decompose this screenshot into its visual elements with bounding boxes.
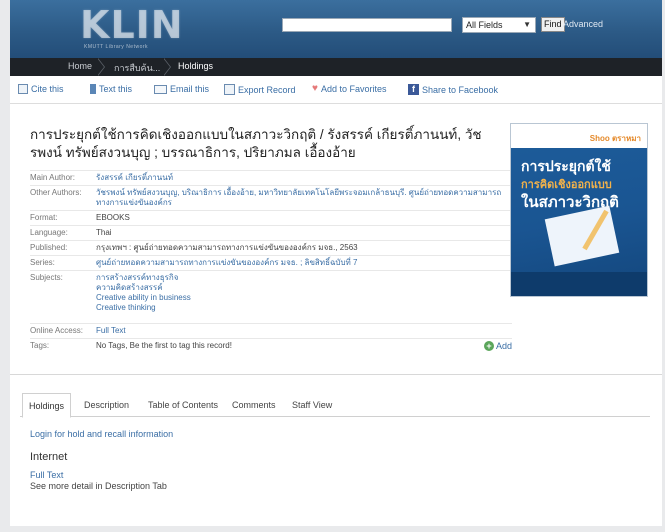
breadcrumb-separator <box>163 58 176 76</box>
plus-icon: + <box>483 341 494 351</box>
detail-label: Tags: <box>30 341 50 350</box>
tab-description[interactable]: Description <box>84 400 129 410</box>
search-type-select[interactable]: All Fields ▼ <box>462 17 536 33</box>
detail-row-main-author: Main Author: รังสรรค์ เกียรติ์ภานนท์ <box>30 170 512 185</box>
facebook-icon: f <box>408 84 419 95</box>
cover-brand: Shoo ตราหมา <box>589 134 641 143</box>
tab-staff-view[interactable]: Staff View <box>292 400 332 410</box>
full-text-link[interactable]: Full Text <box>30 470 63 480</box>
add-to-favorites-label: Add to Favorites <box>320 84 387 94</box>
other-authors-line[interactable]: ทางการแข่งขันองค์กร <box>96 198 512 208</box>
email-this-label: Email this <box>170 84 210 94</box>
detail-label: Published: <box>30 243 68 252</box>
other-authors-links[interactable]: วัชรพงน์ ทรัพย์สงวนบุญ, บริณาธิการ เอื้อ… <box>96 188 512 208</box>
detail-row-language: Language: Thai <box>30 225 512 240</box>
see-more-note: See more detail in Description Tab <box>30 481 167 491</box>
text-this-label: Text this <box>99 84 133 94</box>
add-tag-button[interactable]: + Add <box>483 341 512 351</box>
add-to-favorites-button[interactable]: ♥ Add to Favorites <box>312 83 387 95</box>
search-type-value: All Fields <box>466 20 503 30</box>
add-tag-label: Add <box>495 341 512 351</box>
detail-row-subjects: Subjects: การสร้างสรรค์ทางธุรกิจ ความคิด… <box>30 270 512 315</box>
detail-row-series: Series: ศูนย์ถ่ายทอดความสามารถทางการแข่ง… <box>30 255 512 270</box>
share-facebook-button[interactable]: f Share to Facebook <box>408 84 498 95</box>
breadcrumb-search[interactable]: การสืบค้น... <box>114 61 160 75</box>
advanced-search-link[interactable]: Advanced <box>563 19 603 29</box>
record-toolbar: Cite this Text this Email this Export Re… <box>10 76 662 104</box>
tab-holdings[interactable]: Holdings <box>22 393 72 418</box>
detail-label: Series: <box>30 258 55 267</box>
series-link[interactable]: ศูนย์ถ่ายทอดความสามารถทางการแข่งขันขององ… <box>96 258 512 268</box>
detail-label: Main Author: <box>30 173 75 182</box>
main-author-link[interactable]: รังสรรค์ เกียรติ์ภานนท์ <box>96 173 512 183</box>
language-value: Thai <box>96 228 112 237</box>
chevron-down-icon: ▼ <box>523 20 531 29</box>
detail-label: Other Authors: <box>30 188 82 197</box>
record-title: การประยุกต์ใช้การคิดเชิงออกแบบในสภาวะวิก… <box>30 127 482 160</box>
export-record-label: Export Record <box>238 84 296 95</box>
detail-row-published: Published: กรุงเทพฯ : ศูนย์ถ่ายทอดความสา… <box>30 240 512 255</box>
detail-label: Language: <box>30 228 68 237</box>
text-this-button[interactable]: Text this <box>90 84 132 94</box>
subject-link[interactable]: Creative thinking <box>96 303 512 313</box>
tab-comments[interactable]: Comments <box>232 400 276 410</box>
cover-bottom-band <box>511 272 647 296</box>
breadcrumb-separator <box>97 58 110 76</box>
site-logo[interactable]: KLIN KMUTT Library Network <box>80 3 190 50</box>
email-this-button[interactable]: Email this <box>154 84 209 94</box>
detail-label: Format: <box>30 213 58 222</box>
online-access-link[interactable]: Full Text <box>96 326 512 336</box>
cite-icon <box>18 84 28 94</box>
tags-value: No Tags, Be the first to tag this record… <box>96 341 232 350</box>
cover-paper-illustration <box>544 205 620 267</box>
share-facebook-label: Share to Facebook <box>422 84 499 95</box>
detail-label: Subjects: <box>30 273 63 282</box>
cite-this-label: Cite this <box>31 84 64 94</box>
format-value: EBOOKS <box>96 213 130 222</box>
search-input[interactable] <box>282 18 452 32</box>
book-cover-image[interactable]: Shoo ตราหมา การประยุกต์ใช้ การคิดเชิงออก… <box>510 123 648 297</box>
breadcrumb: Home การสืบค้น... Holdings <box>10 58 662 76</box>
logo-subtitle: KMUTT Library Network <box>84 44 149 50</box>
phone-icon <box>90 84 96 94</box>
record-main: การประยุกต์ใช้การคิดเชิงออกแบบในสภาวะวิก… <box>10 104 662 374</box>
breadcrumb-current: Holdings <box>178 61 214 71</box>
detail-row-tags: Tags: No Tags, Be the first to tag this … <box>30 338 512 353</box>
heart-icon: ♥ <box>312 83 318 94</box>
login-hold-link[interactable]: Login for hold and recall information <box>30 429 173 439</box>
other-authors-line[interactable]: วัชรพงน์ ทรัพย์สงวนบุญ, บริณาธิการ เอื้อ… <box>96 188 512 198</box>
internet-heading: Internet <box>30 451 68 463</box>
find-button[interactable]: Find <box>541 17 565 32</box>
record-details-table: Main Author: รังสรรค์ เกียรติ์ภานนท์ Oth… <box>30 170 512 353</box>
published-value: กรุงเทพฯ : ศูนย์ถ่ายทอดความสามารถทางการแ… <box>96 243 358 252</box>
site-header: KLIN KMUTT Library Network All Fields ▼ … <box>10 0 662 58</box>
subject-link[interactable]: การสร้างสรรค์ทางธุรกิจ <box>96 273 512 283</box>
cite-this-button[interactable]: Cite this <box>18 84 64 94</box>
envelope-icon <box>154 84 167 94</box>
subject-link[interactable]: Creative ability in business <box>96 293 512 303</box>
record-tabbar: Holdings Description Table of Contents C… <box>20 393 650 418</box>
subjects-list: การสร้างสรรค์ทางธุรกิจ ความคิดสร้างสรรค์… <box>96 273 512 313</box>
detail-row-online-access: Online Access: Full Text <box>30 323 512 338</box>
logo-text: KLIN <box>80 3 184 47</box>
tab-table-of-contents[interactable]: Table of Contents <box>148 400 218 410</box>
export-record-button[interactable]: Export Record <box>224 84 296 95</box>
export-icon <box>224 84 235 95</box>
detail-label: Online Access: <box>30 326 83 335</box>
detail-row-format: Format: EBOOKS <box>30 210 512 225</box>
record-tabs-section: Holdings Description Table of Contents C… <box>10 374 662 526</box>
breadcrumb-home[interactable]: Home <box>68 61 92 71</box>
subject-link[interactable]: ความคิดสร้างสรรค์ <box>96 283 512 293</box>
detail-row-other-authors: Other Authors: วัชรพงน์ ทรัพย์สงวนบุญ, บ… <box>30 185 512 210</box>
